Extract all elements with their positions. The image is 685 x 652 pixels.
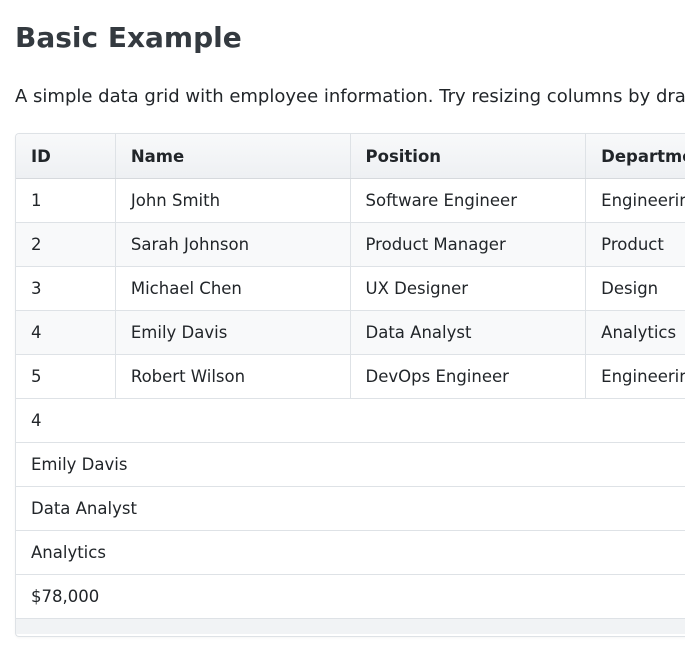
cell-position: DevOps Engineer: [351, 355, 587, 398]
grid-header-row: ID Name Position Departmen: [16, 134, 685, 179]
column-header-position[interactable]: Position: [351, 134, 587, 178]
table-row[interactable]: 2 Sarah Johnson Product Manager Product: [16, 223, 685, 267]
cell-department: Product: [601, 235, 664, 254]
cell-name: Robert Wilson: [116, 355, 351, 398]
table-row[interactable]: 4 Emily Davis Data Analyst Analytics: [16, 311, 685, 355]
column-header-name[interactable]: Name: [116, 134, 351, 178]
cell-position: Data Analyst: [351, 311, 587, 354]
cell-name: John Smith: [116, 179, 351, 222]
cell-id: 1: [16, 179, 116, 222]
cell-name: Emily Davis: [116, 311, 351, 354]
cell-name: Michael Chen: [116, 267, 351, 310]
cell-department: Analytics: [601, 323, 677, 342]
detail-row-department: Analytics: [16, 531, 685, 575]
page: Basic Example A simple data grid with em…: [0, 0, 685, 652]
column-header-department[interactable]: Departmen: [586, 134, 685, 178]
cell-position: Product Manager: [351, 223, 587, 266]
cell-name: Sarah Johnson: [116, 223, 351, 266]
detail-row-position: Data Analyst: [16, 487, 685, 531]
cell-department: Engineerin: [601, 367, 685, 386]
cell-position: UX Designer: [351, 267, 587, 310]
detail-row-name: Emily Davis: [16, 443, 685, 487]
cell-id: 4: [16, 311, 116, 354]
table-row[interactable]: 1 John Smith Software Engineer Engineeri…: [16, 179, 685, 223]
detail-row-salary: $78,000: [16, 575, 685, 619]
cell-id: 3: [16, 267, 116, 310]
cell-position: Software Engineer: [351, 179, 587, 222]
detail-row-id: 4: [16, 399, 685, 443]
data-grid: ID Name Position Departmen 1 John Smith …: [15, 133, 685, 637]
cell-id: 2: [16, 223, 116, 266]
column-header-id[interactable]: ID: [16, 134, 116, 178]
grid-footer: [16, 619, 685, 634]
page-title: Basic Example: [15, 21, 242, 54]
cell-department: Design: [601, 279, 659, 298]
table-row[interactable]: 5 Robert Wilson DevOps Engineer Engineer…: [16, 355, 685, 399]
cell-id: 5: [16, 355, 116, 398]
table-row[interactable]: 3 Michael Chen UX Designer Design: [16, 267, 685, 311]
cell-department: Engineerin: [601, 191, 685, 210]
page-description: A simple data grid with employee informa…: [15, 86, 685, 107]
